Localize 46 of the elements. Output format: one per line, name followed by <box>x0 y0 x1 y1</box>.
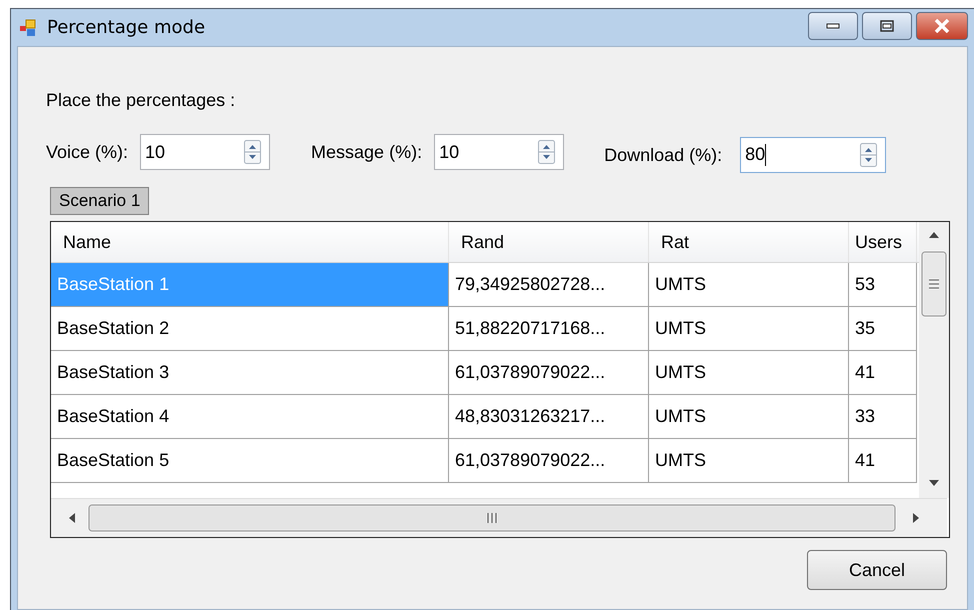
table-cell: BaseStation 1 <box>51 263 449 307</box>
table-cell: 79,34925802728... <box>449 263 649 307</box>
field-label: Download (%): <box>604 144 722 166</box>
vertical-scrollbar[interactable] <box>919 222 949 498</box>
number-field[interactable]: 10 <box>140 134 270 170</box>
table-cell: 48,83031263217... <box>449 395 649 439</box>
number-field[interactable]: 10 <box>434 134 564 170</box>
maximize-icon <box>880 20 894 32</box>
spinner-icon[interactable] <box>244 140 262 164</box>
instruction-text: Place the percentages : <box>46 90 236 112</box>
app-icon <box>19 18 37 36</box>
cancel-button[interactable]: Cancel <box>807 550 947 590</box>
number-field[interactable]: 80 <box>740 137 886 173</box>
table-cell: 33 <box>849 395 917 439</box>
table-cell: BaseStation 5 <box>51 439 449 483</box>
table-cell: UMTS <box>649 263 849 307</box>
table-cell: BaseStation 4 <box>51 395 449 439</box>
table-cell: UMTS <box>649 351 849 395</box>
scenario-label: Scenario 1 <box>50 187 150 215</box>
table-cell: 61,03789079022... <box>449 439 649 483</box>
table-cell: BaseStation 3 <box>51 351 449 395</box>
horizontal-scrollbar[interactable] <box>51 498 947 537</box>
column-header[interactable]: Rat <box>649 222 849 262</box>
maximize-button[interactable] <box>862 12 912 40</box>
spinner-icon[interactable] <box>538 140 556 164</box>
close-button[interactable] <box>916 12 968 40</box>
minimize-button[interactable] <box>808 12 858 40</box>
close-icon <box>934 19 950 33</box>
table-cell: 51,88220717168... <box>449 307 649 351</box>
table-cell: 41 <box>849 351 917 395</box>
field-label: Message (%): <box>311 142 422 162</box>
table-cell: 35 <box>849 307 917 351</box>
field-label: Voice (%): <box>46 142 128 162</box>
table-cell: 41 <box>849 439 917 483</box>
table-cell: UMTS <box>649 395 849 439</box>
column-header[interactable]: Rand <box>449 222 649 262</box>
table-cell: BaseStation 2 <box>51 307 449 351</box>
column-header[interactable]: Users <box>849 222 917 262</box>
spinner-icon[interactable] <box>860 143 878 167</box>
window-title: Percentage mode <box>47 17 206 38</box>
minimize-icon <box>826 23 840 29</box>
table-cell: 53 <box>849 263 917 307</box>
table-cell: UMTS <box>649 439 849 483</box>
table-cell: 61,03789079022... <box>449 351 649 395</box>
table-cell: UMTS <box>649 307 849 351</box>
column-header[interactable]: Name <box>51 222 449 262</box>
